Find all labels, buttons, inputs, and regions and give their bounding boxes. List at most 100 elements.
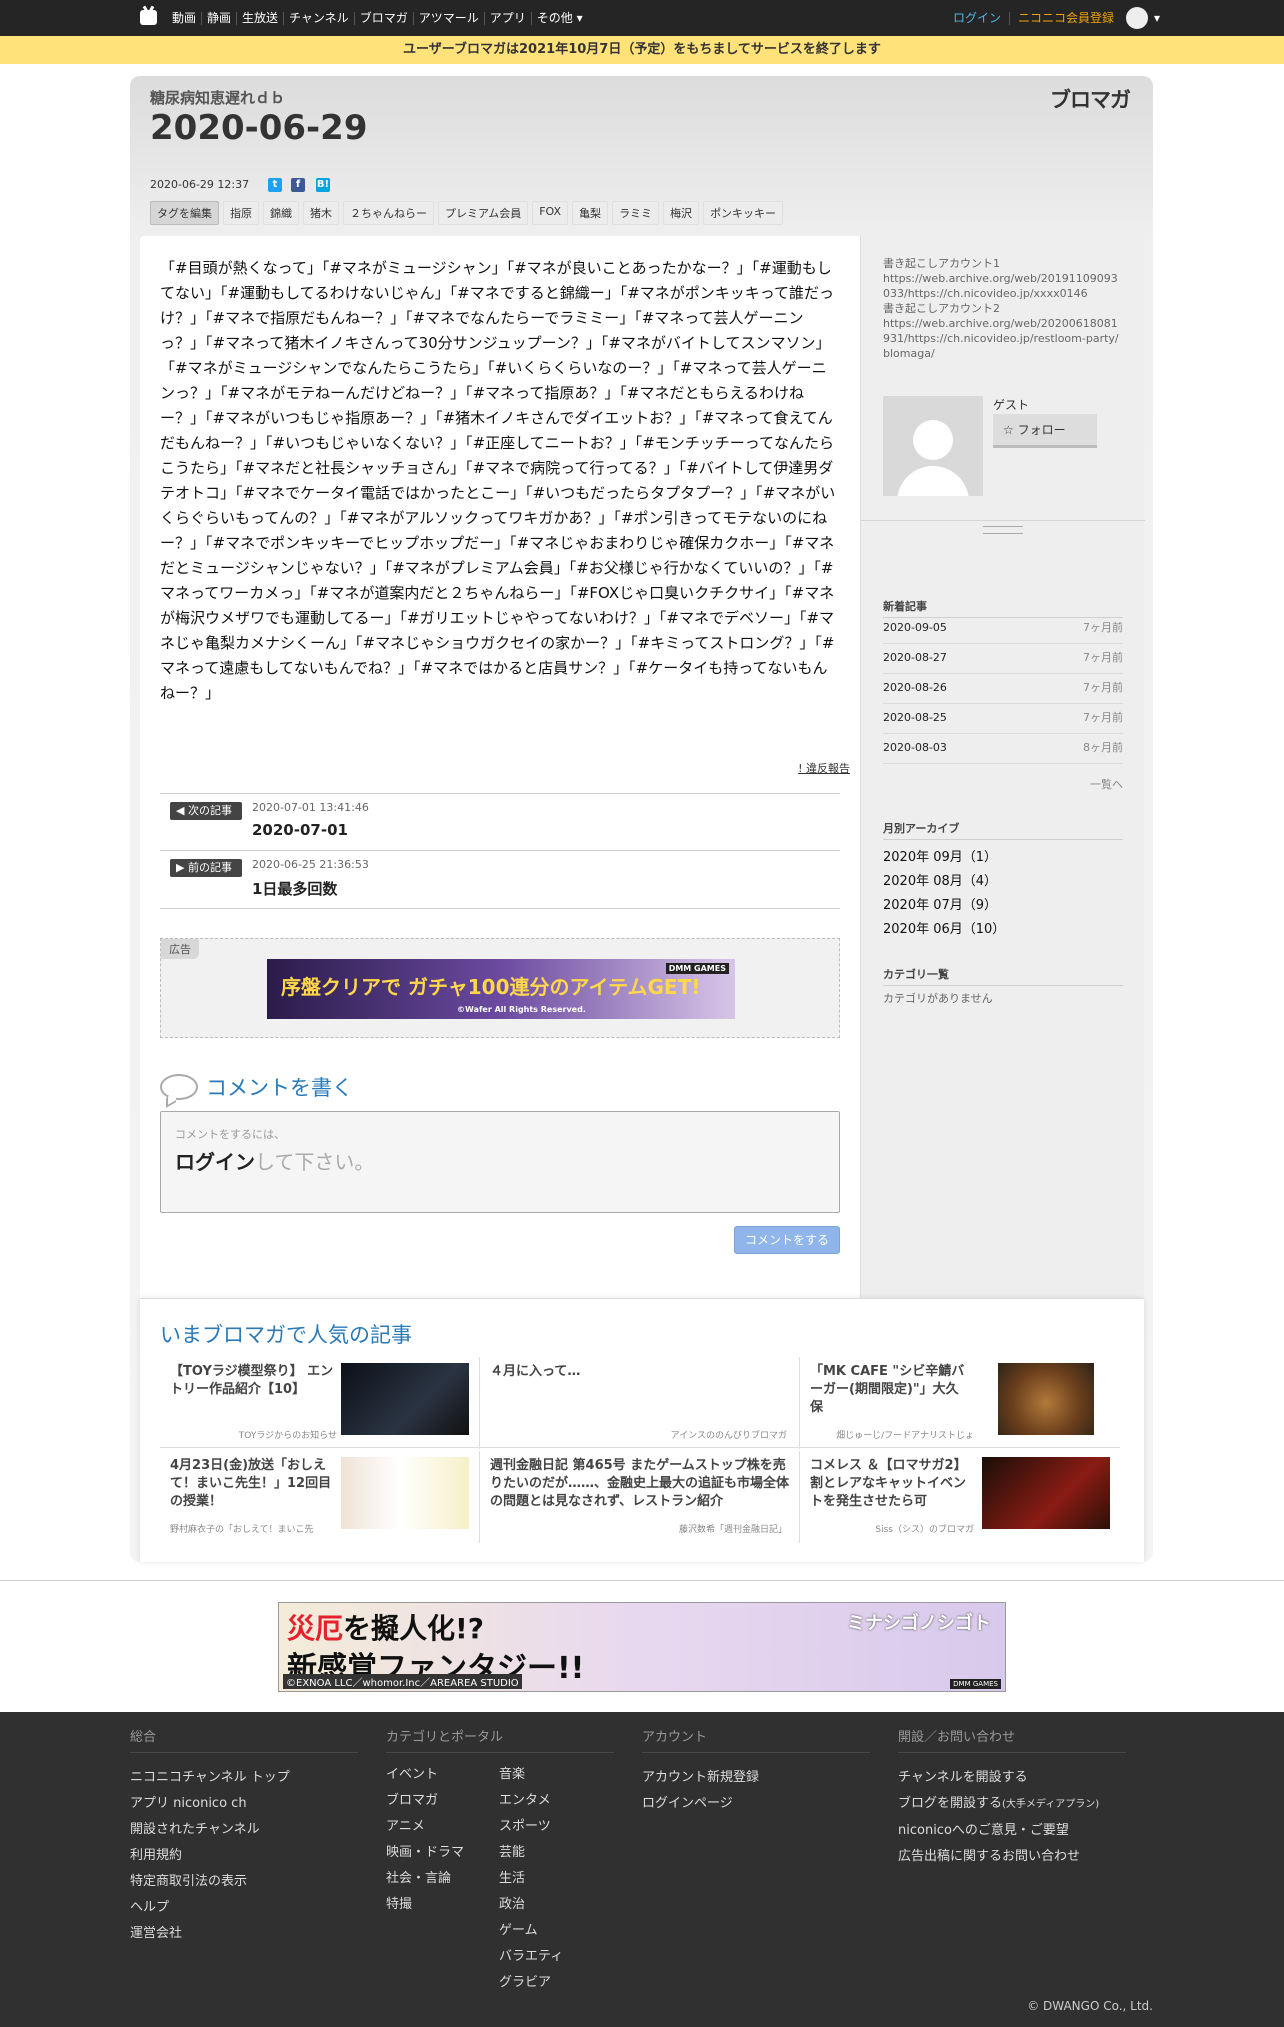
top-nav-bar: 動画 静画 生放送 チャンネル ブロマガ アツマール アプリ その他 ログイン … [0, 0, 1284, 36]
recent-article[interactable]: 2020-08-25 7ヶ月前 [883, 704, 1123, 734]
tag[interactable]: プレミアム会員 [438, 201, 529, 225]
nav-more[interactable]: その他 [532, 11, 588, 25]
prev-article-title[interactable]: 1日最多回数 [252, 878, 337, 899]
footer-link[interactable]: 映画・ドラマ [386, 1840, 464, 1866]
recent-article[interactable]: 2020-08-03 8ヶ月前 [883, 734, 1123, 764]
tag[interactable]: 梅沢 [663, 201, 700, 225]
see-all-link[interactable]: 一覧へ [883, 776, 1123, 792]
login-link[interactable]: ログイン [175, 1150, 255, 1174]
popular-card[interactable]: 週刊金融日記 第465号 またゲームストップ株を売りたいのだが……、金融史上最大… [480, 1451, 800, 1543]
footer-link[interactable]: 運営会社 [130, 1921, 358, 1947]
next-article-title[interactable]: 2020-07-01 [252, 821, 348, 839]
post-comment-button[interactable]: コメントをする [734, 1226, 840, 1254]
tag[interactable]: FOX [532, 201, 569, 225]
recent-ago: 8ヶ月前 [1083, 741, 1123, 754]
blomaga-logo[interactable]: ブロマガ [1050, 84, 1131, 114]
divider [160, 1447, 1120, 1448]
hatena-bookmark-icon[interactable]: B! [316, 178, 330, 192]
footer-link[interactable]: 利用規約 [130, 1843, 358, 1869]
tag-list: タグを編集 指原 錦織 猪木 ２ちゃんねらー プレミアム会員 FOX 亀梨 ラミ… [150, 201, 784, 225]
footer-link[interactable]: 特定商取引法の表示 [130, 1869, 358, 1895]
avatar-head [913, 420, 953, 460]
footer-heading: カテゴリとポータル [386, 1726, 614, 1753]
tag[interactable]: 指原 [223, 201, 259, 225]
facebook-share-icon[interactable]: f [291, 178, 305, 192]
twitter-share-icon[interactable]: t [268, 178, 282, 192]
footer-link[interactable]: 広告出稿に関するお問い合わせ [898, 1844, 1126, 1870]
archive-month[interactable]: 2020年 08月（4） [883, 870, 997, 889]
tag[interactable]: ２ちゃんねらー [343, 201, 434, 225]
footer-link[interactable]: 開設されたチャンネル [130, 1817, 358, 1843]
user-avatar[interactable] [1125, 7, 1148, 29]
nav-channel[interactable]: チャンネル [284, 11, 355, 25]
footer-link[interactable]: ログインページ [642, 1791, 870, 1817]
bottom-ad-banner[interactable]: 災厄を擬人化!? 新感覚ファンタジー!! ミナシゴノシゴト ©EXNOA LLC… [278, 1602, 1006, 1692]
footer-link[interactable]: ヘルプ [130, 1895, 358, 1921]
author-name[interactable]: ゲスト [993, 396, 1029, 413]
signup-link[interactable]: ニコニコ会員登録 [1010, 11, 1126, 25]
login-link[interactable]: ログイン [945, 11, 1010, 25]
footer-link[interactable]: イベント [386, 1762, 464, 1788]
popular-card[interactable]: 4月23日(金)放送「おしえて！まいこ先生！」12回目の授業！ 野村麻衣子の「お… [160, 1451, 480, 1543]
tag[interactable]: 亀梨 [572, 201, 609, 225]
footer-link[interactable]: 社会・言論 [386, 1866, 464, 1892]
tag[interactable]: 錦織 [263, 201, 299, 225]
footer-link[interactable]: アプリ niconico ch [130, 1791, 358, 1817]
report-link[interactable]: ! 違反報告 [798, 760, 850, 776]
footer-link[interactable]: 政治 [499, 1892, 563, 1918]
tag[interactable]: ポンキッキー [703, 201, 784, 225]
footer-link[interactable]: グラビア [499, 1970, 563, 1996]
footer-link[interactable]: バラエティ [499, 1944, 563, 1970]
footer-link[interactable]: エンタメ [499, 1788, 563, 1814]
footer-link[interactable]: アカウント新規登録 [642, 1765, 870, 1791]
collapse-handle-icon[interactable] [983, 526, 1023, 534]
divider [861, 520, 1145, 521]
footer-link[interactable]: ゲーム [499, 1918, 563, 1944]
archive-month[interactable]: 2020年 06月（10） [883, 918, 1005, 937]
follow-label: フォロー [1017, 423, 1066, 437]
popular-card[interactable]: 【TOYラジ模型祭り】 エントリー作品紹介【10】 TOYラジからのお知らせ [160, 1357, 480, 1449]
tag[interactable]: 猪木 [303, 201, 339, 225]
recent-article[interactable]: 2020-08-27 7ヶ月前 [883, 644, 1123, 674]
popular-card[interactable]: 「MK CAFE "シビ辛鯖バーガー(期間限定)"」大久保 畑じゅーじ/フードア… [800, 1357, 1120, 1449]
recent-article[interactable]: 2020-09-05 7ヶ月前 [883, 614, 1123, 644]
ad-banner[interactable]: 序盤クリアで ガチャ100連分のアイテムGET! DMM GAMES ©Wafe… [267, 959, 735, 1019]
popular-card[interactable]: コメレス ＆【ロマサガ2】割とレアなキャットイベントを発生させたら可 Siss（… [800, 1451, 1120, 1543]
nav-video[interactable]: 動画 [167, 11, 203, 25]
footer-link[interactable]: 芸能 [499, 1840, 563, 1866]
nav-blomaga[interactable]: ブロマガ [355, 11, 414, 25]
next-article-badge[interactable]: ◀ 次の記事 [170, 802, 242, 820]
comment-textarea[interactable]: コメントをするには、 ログインして下さい。 [160, 1111, 840, 1213]
footer-link[interactable]: niconicoへのご意見・ご要望 [898, 1818, 1126, 1844]
popular-card[interactable]: ４月に入って… アインスののんびりブロマガ [480, 1357, 800, 1449]
footer-link[interactable]: スポーツ [499, 1814, 563, 1840]
archive-month[interactable]: 2020年 07月（9） [883, 894, 997, 913]
footer-link[interactable]: 特撮 [386, 1892, 464, 1918]
nav-seiga[interactable]: 静画 [202, 11, 238, 25]
prev-article-badge[interactable]: ▶ 前の記事 [170, 859, 242, 877]
author-avatar[interactable] [883, 396, 983, 496]
edit-tags-button[interactable]: タグを編集 [150, 201, 219, 225]
card-thumbnail [982, 1457, 1110, 1529]
chevron-down-icon[interactable]: ▾ [1154, 11, 1160, 25]
footer-link[interactable]: ニコニコチャンネル トップ [130, 1765, 358, 1791]
footer-link[interactable]: チャンネルを開設する [898, 1765, 1126, 1791]
archive-month[interactable]: 2020年 09月（1） [883, 846, 997, 865]
nav-live[interactable]: 生放送 [237, 11, 285, 25]
footer-link[interactable]: ブロマガ [386, 1788, 464, 1814]
recent-article[interactable]: 2020-08-26 7ヶ月前 [883, 674, 1123, 704]
footer-link[interactable]: 音楽 [499, 1762, 563, 1788]
nav-atsumaru[interactable]: アツマール [414, 11, 485, 25]
blog-name[interactable]: 糖尿病知恵遅れｄｂ [150, 87, 285, 108]
recent-ago: 7ヶ月前 [1083, 651, 1123, 664]
footer: 総合 ニコニコチャンネル トップ アプリ niconico ch 開設されたチャ… [0, 1712, 1284, 2027]
next-article-label: 次の記事 [187, 804, 232, 817]
monthly-archive-heading: 月別アーカイブ [883, 820, 1123, 840]
follow-button[interactable]: ☆ フォロー [993, 414, 1097, 448]
footer-link[interactable]: アニメ [386, 1814, 464, 1840]
niconico-logo-icon[interactable] [140, 10, 157, 25]
footer-link[interactable]: ブログを開設する(大手メディアプラン) [898, 1791, 1126, 1818]
tag[interactable]: ラミミ [612, 201, 660, 225]
footer-link[interactable]: 生活 [499, 1866, 563, 1892]
nav-app[interactable]: アプリ [485, 11, 532, 25]
